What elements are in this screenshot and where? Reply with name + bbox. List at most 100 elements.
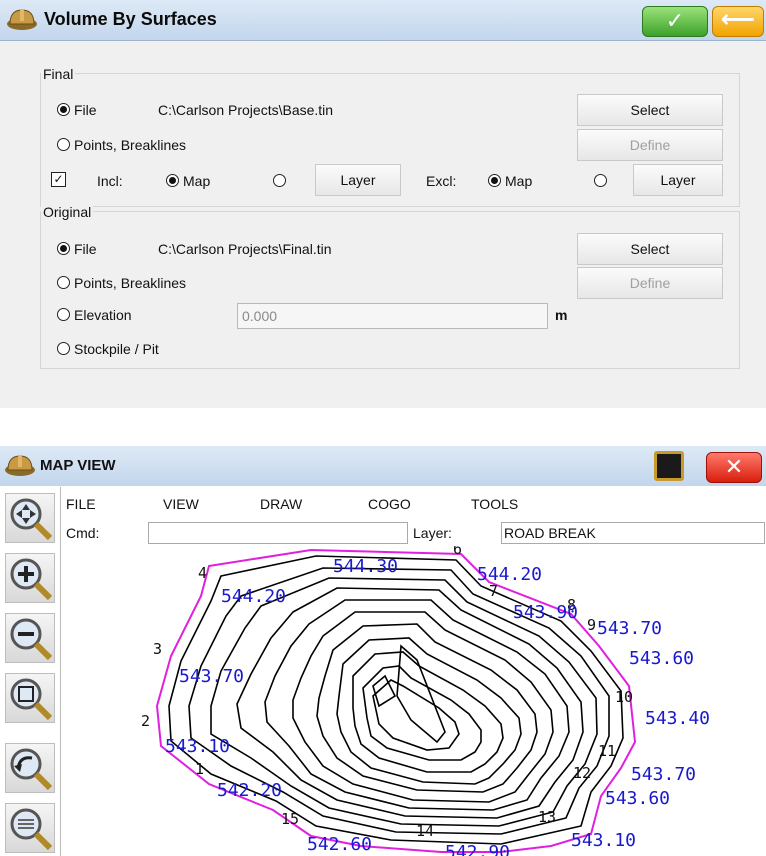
elevation-unit: m — [555, 307, 568, 323]
final-file-path: C:\Carlson Projects\Base.tin — [158, 102, 334, 118]
original-file-path: C:\Carlson Projects\Final.tin — [158, 241, 332, 257]
elev-label-543-60a: 543.60 — [629, 648, 694, 669]
map-toolbar — [0, 487, 61, 856]
layer-field[interactable]: ROAD BREAK — [501, 522, 765, 544]
point-label-3: 3 — [153, 640, 162, 658]
elev-label-542-60: 542.60 — [307, 834, 372, 855]
final-select-button[interactable]: Select — [577, 94, 723, 126]
elev-label-543-10a: 543.10 — [165, 736, 230, 757]
zoom-previous-tool[interactable] — [5, 743, 55, 793]
menu-draw[interactable]: DRAW — [260, 496, 302, 512]
final-file-radio[interactable]: File — [57, 102, 97, 118]
elev-label-543-60b: 543.60 — [605, 788, 670, 809]
elev-label-543-70b: 543.70 — [179, 666, 244, 687]
elevation-input[interactable]: 0.000 — [237, 303, 548, 329]
mapview-title: MAP VIEW — [40, 457, 116, 474]
original-file-radio[interactable]: File — [57, 241, 97, 257]
final-incl-layer-button[interactable]: Layer — [315, 164, 401, 196]
point-label-4: 4 — [198, 564, 207, 582]
close-icon: ✕ — [724, 454, 744, 479]
cmd-label: Cmd: — [66, 525, 100, 541]
menu-tools[interactable]: TOOLS — [471, 496, 518, 512]
elev-label-543-10b: 543.10 — [571, 830, 636, 851]
point-label-14: 14 — [416, 822, 434, 840]
zoom-out-tool[interactable] — [5, 613, 55, 663]
elev-label-543-40: 543.40 — [645, 708, 710, 729]
original-points-label: Points, Breaklines — [74, 275, 187, 291]
zoom-previous-icon — [10, 748, 53, 791]
final-define-button[interactable]: Define — [577, 129, 723, 161]
hardhat-icon — [5, 455, 35, 476]
final-incl-layer-radio[interactable] — [273, 173, 290, 189]
original-elevation-label: Elevation — [74, 307, 132, 323]
back-button[interactable]: ⟵ — [712, 6, 764, 37]
elevation-labels: 544.30 544.20 544.20 543.90 543.70 543.6… — [165, 556, 710, 856]
elev-label-543-70a: 543.70 — [597, 618, 662, 639]
back-arrow-icon: ⟵ — [720, 6, 756, 33]
zoom-extents-tool[interactable] — [5, 803, 55, 853]
volume-dialog: Final File C:\Carlson Projects\Base.tin … — [0, 41, 766, 408]
window-title: Volume By Surfaces — [44, 9, 217, 29]
mapview-titlebar: MAP VIEW ✕ — [0, 446, 766, 486]
cmd-input[interactable] — [148, 522, 408, 544]
layer-label: Layer: — [413, 525, 452, 541]
menu-view[interactable]: VIEW — [163, 496, 199, 512]
original-select-button[interactable]: Select — [577, 233, 723, 265]
checkmark-icon: ✓ — [665, 8, 685, 33]
elev-label-543-90: 543.90 — [513, 602, 578, 623]
final-incl-map-radio[interactable]: Map — [166, 173, 210, 189]
original-points-radio[interactable]: Points, Breaklines — [57, 275, 186, 291]
original-define-button[interactable]: Define — [577, 267, 723, 299]
final-incl-label: Incl: — [97, 173, 123, 189]
elev-label-544-30a: 544.30 — [333, 556, 398, 577]
original-elevation-radio[interactable]: Elevation — [57, 307, 132, 323]
final-excl-map-label: Map — [505, 173, 533, 189]
final-points-label: Points, Breaklines — [74, 137, 187, 153]
point-label-10: 10 — [615, 688, 633, 706]
final-excl-label: Excl: — [426, 173, 457, 189]
point-label-13: 13 — [538, 808, 556, 826]
ok-button[interactable]: ✓ — [642, 6, 708, 37]
final-excl-layer-radio[interactable] — [594, 173, 611, 189]
point-label-6: 6 — [453, 546, 462, 558]
clipboard-icon[interactable] — [654, 451, 684, 481]
original-stockpile-radio[interactable]: Stockpile / Pit — [57, 341, 159, 357]
final-excl-map-radio[interactable]: Map — [488, 173, 532, 189]
original-group-label: Original — [41, 204, 94, 220]
point-label-15: 15 — [281, 810, 299, 828]
menu-file[interactable]: FILE — [66, 496, 96, 512]
zoom-window-tool[interactable] — [5, 673, 55, 723]
final-group-label: Final — [41, 66, 76, 82]
window-titlebar: Volume By Surfaces ✓ ⟵ — [0, 0, 766, 41]
elev-label-544-20a: 544.20 — [477, 564, 542, 585]
point-label-2: 2 — [141, 712, 150, 730]
final-points-radio[interactable]: Points, Breaklines — [57, 137, 186, 153]
final-file-label: File — [74, 102, 97, 118]
layer-value: ROAD BREAK — [504, 525, 596, 541]
final-incl-checkbox[interactable]: ✓ — [51, 172, 66, 187]
pan-zoom-tool[interactable] — [5, 493, 55, 543]
map-canvas[interactable]: 2 1 3 4 6 7 8 9 10 11 12 13 14 15 544.30… — [61, 546, 766, 856]
elev-label-542-20: 542.20 — [217, 780, 282, 801]
menu-cogo[interactable]: COGO — [368, 496, 411, 512]
elev-label-542-90: 542.90 — [445, 842, 510, 856]
map-menu-bar: FILE VIEW DRAW COGO TOOLS Cmd: Layer: RO… — [61, 487, 766, 545]
point-label-9: 9 — [587, 616, 596, 634]
close-button[interactable]: ✕ — [706, 452, 762, 483]
point-label-1: 1 — [195, 760, 204, 778]
contour-drawing: 2 1 3 4 6 7 8 9 10 11 12 13 14 15 544.30… — [141, 546, 710, 856]
original-stockpile-label: Stockpile / Pit — [74, 341, 159, 357]
zoom-in-tool[interactable] — [5, 553, 55, 603]
pan-magnifier-icon — [10, 498, 53, 541]
point-label-11: 11 — [598, 742, 616, 760]
elev-label-544-20b: 544.20 — [221, 586, 286, 607]
final-incl-map-label: Map — [183, 173, 211, 189]
zoom-window-icon — [10, 678, 53, 721]
separator — [0, 408, 766, 446]
point-label-12: 12 — [573, 764, 591, 782]
zoom-out-icon — [10, 618, 53, 661]
elev-label-543-70c: 543.70 — [631, 764, 696, 785]
hardhat-icon — [7, 9, 37, 30]
zoom-in-icon — [10, 558, 53, 601]
final-excl-layer-button[interactable]: Layer — [633, 164, 723, 196]
